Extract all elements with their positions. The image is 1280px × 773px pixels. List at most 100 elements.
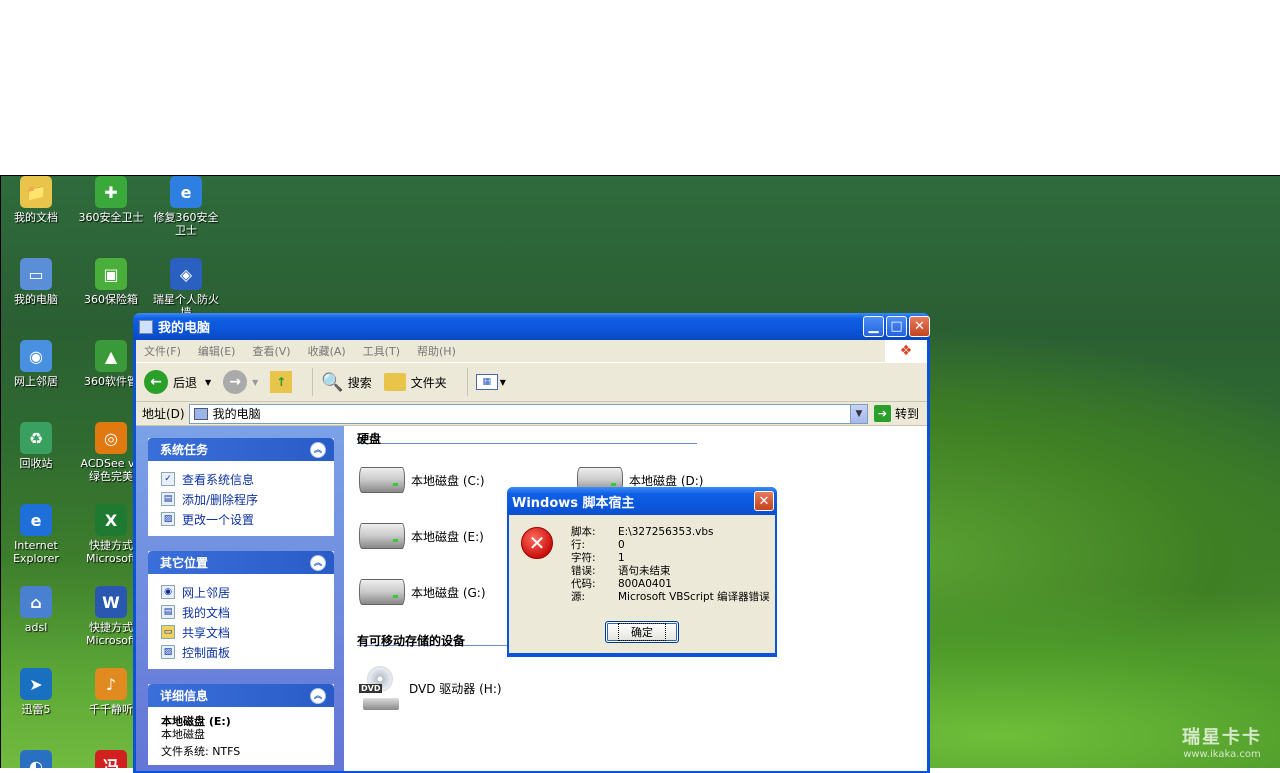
desktop-icon-image: ♻	[20, 422, 52, 454]
address-bar: 地址(D) 我的电脑 ▼ ➔ 转到	[136, 402, 927, 426]
desktop-icon-image: e	[170, 176, 202, 208]
link-my-documents[interactable]: ▤ 我的文档	[161, 602, 323, 622]
desktop-icon-image: ◐	[20, 750, 52, 768]
menu-view[interactable]: 查看(V)	[252, 343, 290, 359]
desktop-icon-label: 360保险箱	[84, 293, 138, 306]
maximize-button[interactable]: □	[886, 316, 907, 337]
error-row: 错误: 语句未结束	[571, 565, 770, 578]
desktop-icon-image: ◎	[95, 422, 127, 454]
folders-button[interactable]: 文件夹	[383, 373, 447, 391]
address-input[interactable]: 我的电脑 ▼	[188, 403, 868, 424]
menu-favorites[interactable]: 收藏(A)	[308, 343, 346, 359]
system-tasks-title: 系统任务	[160, 443, 209, 457]
desktop-icon[interactable]: ✚ 360安全卫士	[76, 176, 146, 224]
computer-icon	[139, 319, 153, 334]
forward-button[interactable]: → ▼	[223, 370, 258, 394]
go-button[interactable]: ➔ 转到	[873, 405, 919, 422]
minimize-button[interactable]: ▁	[863, 316, 884, 337]
desktop-icon[interactable]: ▭ 我的电脑	[1, 258, 71, 306]
views-button[interactable]: ▦ ▼	[475, 374, 506, 390]
collapse-icon[interactable]: ︽	[310, 554, 326, 571]
link-change-setting[interactable]: ▨ 更改一个设置	[161, 509, 323, 529]
dialog-close-button[interactable]: ✕	[754, 491, 774, 511]
desktop-icon[interactable]: ⌂ adsl	[1, 586, 71, 634]
task-pane: 系统任务 ︽ ✓ 查看系统信息 ▤ 添加/删除程序 ▨ 更改一个设置 其它位置 ︽ ◉…	[136, 426, 344, 771]
desktop-icon-image: ◉	[20, 340, 52, 372]
ok-label: 确定	[618, 623, 666, 641]
details-header[interactable]: 详细信息 ︽	[148, 684, 334, 707]
desktop-icon-label: Internet Explorer	[13, 539, 59, 565]
back-button[interactable]: ← 后退 ▼	[144, 370, 211, 394]
desktop-icon-image: W	[95, 586, 127, 618]
views-dropdown-icon: ▼	[499, 377, 506, 387]
ok-button[interactable]: 确定	[605, 621, 679, 643]
address-value: 我的电脑	[212, 407, 261, 421]
back-dropdown-icon[interactable]: ▼	[205, 378, 211, 387]
desktop-icon[interactable]: ➤ 迅雷5	[1, 668, 71, 716]
close-button[interactable]: ✕	[909, 316, 930, 337]
drive-label: 本地磁盘 (G:)	[411, 585, 486, 600]
system-tasks-panel: 系统任务 ︽ ✓ 查看系统信息 ▤ 添加/删除程序 ▨ 更改一个设置	[148, 438, 334, 536]
window-titlebar[interactable]: 我的电脑 ▁ □ ✕	[133, 313, 930, 340]
link-network-places[interactable]: ◉ 网上邻居	[161, 582, 323, 602]
desktop-icon[interactable]: ◉ 网上邻居	[1, 340, 71, 388]
search-label: 搜索	[347, 375, 372, 390]
drive-label: 本地磁盘 (C:)	[411, 473, 485, 488]
link-label: 查看系统信息	[182, 472, 255, 487]
menu-bar: 文件(F) 编辑(E) 查看(V) 收藏(A) 工具(T) 帮助(H) ❖	[136, 340, 927, 362]
forward-dropdown-icon[interactable]: ▼	[252, 378, 258, 387]
menu-file[interactable]: 文件(F)	[144, 343, 181, 359]
desktop-icon[interactable]: 📁 我的文档	[1, 176, 71, 224]
desktop-icon[interactable]: e Internet Explorer	[1, 504, 71, 565]
search-icon: 🔍	[321, 371, 344, 393]
menu-tools[interactable]: 工具(T)	[363, 343, 400, 359]
drive-h-dvd[interactable]: DVD DVD 驱动器 (H:)	[359, 666, 502, 710]
control-panel-icon: ▨	[161, 512, 175, 526]
error-key: 行:	[571, 539, 586, 551]
drive-g[interactable]: 本地磁盘 (G:)	[359, 579, 486, 605]
drive-label: 本地磁盘 (D:)	[629, 473, 704, 488]
desktop-icon-image: e	[20, 504, 52, 536]
back-label: 后退	[173, 375, 198, 390]
link-control-panel[interactable]: ▨ 控制面板	[161, 642, 323, 662]
details-title: 详细信息	[160, 689, 209, 703]
watermark-brand: 瑞星卡卡	[1182, 727, 1262, 748]
other-places-header[interactable]: 其它位置 ︽	[148, 551, 334, 574]
address-dropdown-icon[interactable]: ▼	[849, 404, 867, 423]
desktop-icon[interactable]: ▣ 360保险箱	[76, 258, 146, 306]
menu-help[interactable]: 帮助(H)	[417, 343, 456, 359]
programs-icon: ▤	[161, 492, 175, 506]
link-shared-documents[interactable]: ▭ 共享文档	[161, 622, 323, 642]
link-label: 更改一个设置	[182, 512, 255, 527]
collapse-icon[interactable]: ︽	[310, 687, 326, 704]
desktop-icon[interactable]: e 修复360安全卫士	[151, 176, 221, 237]
desktop-icon[interactable]: ♻ 回收站	[1, 422, 71, 470]
desktop-icon[interactable]: ◐	[1, 750, 71, 768]
toolbar-separator	[466, 368, 468, 396]
desktop-icon-image: ▣	[95, 258, 127, 290]
search-button[interactable]: 🔍 搜索	[321, 372, 371, 393]
drive-c[interactable]: 本地磁盘 (C:)	[359, 467, 485, 493]
link-system-info[interactable]: ✓ 查看系统信息	[161, 469, 323, 489]
error-icon: ✕	[521, 527, 553, 559]
drive-label: 本地磁盘 (E:)	[411, 529, 484, 544]
desktop-icon-image: X	[95, 504, 127, 536]
up-button[interactable]: ↑	[270, 371, 293, 393]
collapse-icon[interactable]: ︽	[310, 441, 326, 458]
dialog-titlebar[interactable]: Windows 脚本宿主 ✕	[507, 487, 777, 515]
dialog-title: Windows 脚本宿主	[512, 495, 635, 511]
desktop-icon-label: 360安全卫士	[78, 211, 144, 224]
system-tasks-header[interactable]: 系统任务 ︽	[148, 438, 334, 461]
drive-e[interactable]: 本地磁盘 (E:)	[359, 523, 484, 549]
script-host-error-dialog: Windows 脚本宿主 ✕ ✕ 脚本: E:\327256353.vbs 行: 0 字…	[507, 487, 777, 657]
dvd-badge: DVD	[359, 684, 383, 693]
menu-edit[interactable]: 编辑(E)	[198, 343, 236, 359]
desktop-icon-image: 冯	[95, 750, 127, 768]
link-add-remove-programs[interactable]: ▤ 添加/删除程序	[161, 489, 323, 509]
desktop-icon[interactable]: ◈瑞星个人防火墙	[151, 258, 221, 319]
folders-label: 文件夹	[410, 375, 447, 390]
window-title: 我的电脑	[158, 321, 211, 336]
info-icon: ✓	[161, 472, 175, 486]
toolbar: ← 后退 ▼ → ▼ ↑ 🔍 搜索 文件夹 ▦ ▼	[136, 362, 927, 402]
link-label: 我的文档	[182, 605, 231, 620]
